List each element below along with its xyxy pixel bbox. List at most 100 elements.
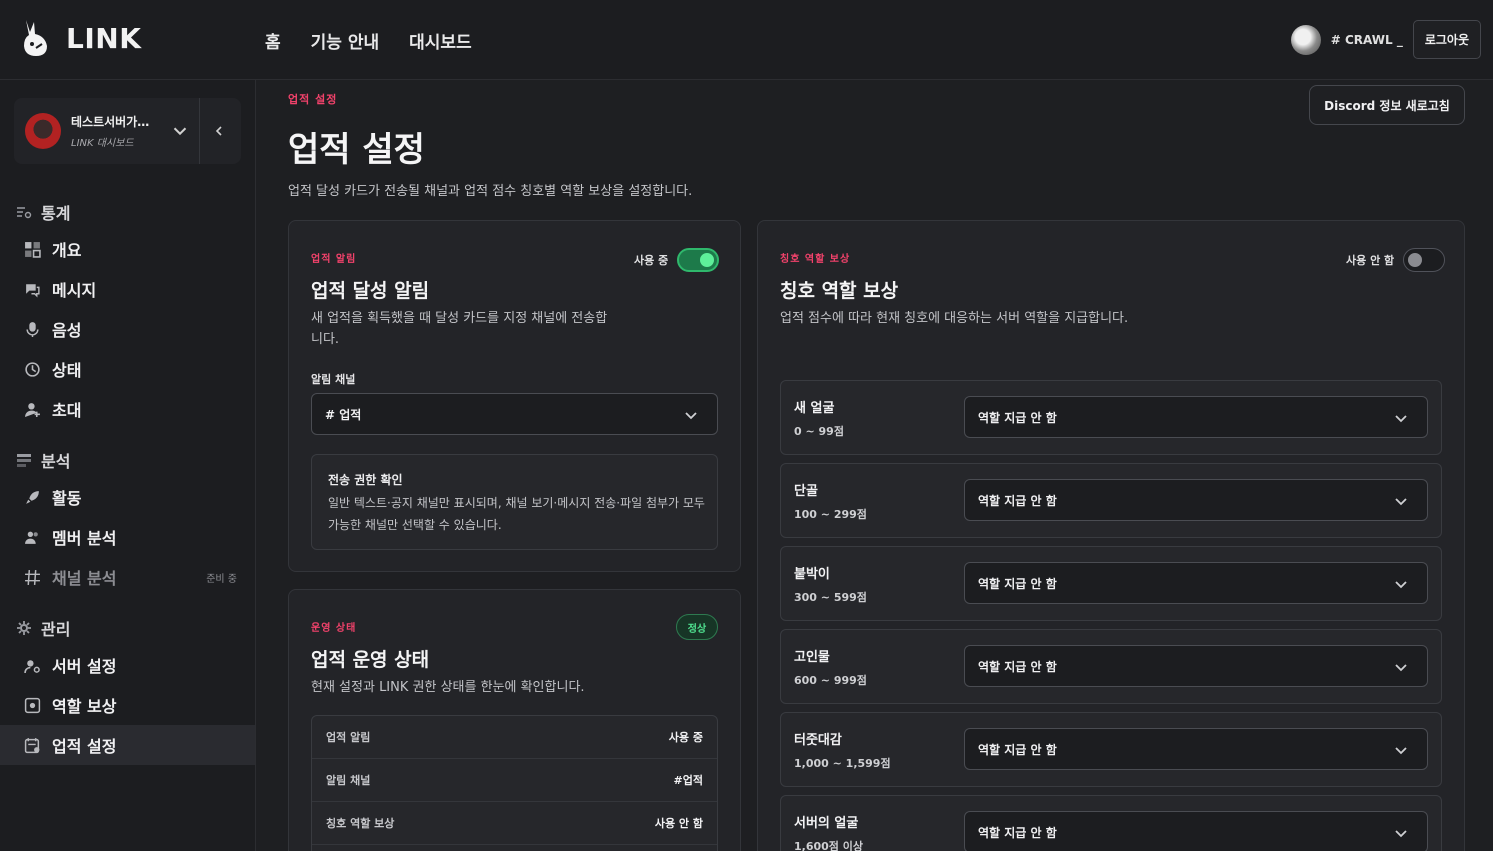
sidebar-item-status[interactable]: 상태: [0, 349, 255, 389]
sidebar: 테스트서버가… LINK 대시보드 통계 개요 메시지 음성 상태 초대 분석: [0, 80, 256, 851]
status-key: 알림 채널: [326, 774, 371, 787]
card-description: 새 업적을 획득했을 때 달성 카드를 지정 채널에 전송합니다.: [311, 311, 608, 347]
role-select[interactable]: 역할 지급 안 함: [964, 479, 1428, 521]
role-select-value: 역할 지급 안 함: [978, 493, 1057, 508]
role-select[interactable]: 역할 지급 안 함: [964, 811, 1428, 851]
reward-toggle-group: 사용 안 함: [1346, 248, 1446, 272]
nav-features[interactable]: 기능 안내: [311, 28, 379, 53]
tier-range: 100 ~ 299점: [794, 508, 867, 521]
user-box: # CRAWL _ 로그아웃: [1290, 20, 1481, 59]
section-analysis-label: 분석: [41, 452, 71, 471]
notice-title: 전송 권한 확인: [328, 473, 403, 487]
sidebar-item-server-settings[interactable]: 서버 설정: [0, 645, 255, 685]
reward-tier-row: 고인물 600 ~ 999점 역할 지급 안 함: [780, 629, 1442, 704]
card-title: 업적 달성 알림: [311, 280, 430, 302]
username: # CRAWL _: [1330, 32, 1403, 47]
members-icon: [25, 531, 38, 544]
sidebar-item-role-reward[interactable]: 역할 보상: [0, 685, 255, 725]
chevron-down-icon: [1395, 498, 1407, 506]
sidebar-item-label: 멤버 분석: [52, 529, 117, 548]
nav-home[interactable]: 홈: [265, 28, 281, 53]
server-selector[interactable]: 테스트서버가… LINK 대시보드: [14, 98, 241, 164]
toggle-label: 사용 안 함: [1346, 254, 1395, 267]
card-description: 현재 설정과 LINK 권한 상태를 한눈에 확인합니다.: [311, 680, 585, 695]
chevron-down-icon[interactable]: [169, 120, 191, 142]
card-title: 업적 운영 상태: [311, 649, 430, 671]
chevron-down-icon: [1395, 581, 1407, 589]
analysis-icon: [17, 454, 31, 467]
nav-dashboard[interactable]: 대시보드: [409, 28, 472, 53]
role-select[interactable]: 역할 지급 안 함: [964, 728, 1428, 770]
reward-tier-row: 새 얼굴 0 ~ 99점 역할 지급 안 함: [780, 380, 1442, 455]
notify-toggle[interactable]: [677, 248, 720, 272]
chevron-down-icon: [1395, 747, 1407, 755]
reward-tier-row: 서버의 얼굴 1,600점 이상 역할 지급 안 함: [780, 795, 1442, 851]
sidebar-item-messages[interactable]: 메시지: [0, 269, 255, 309]
coming-soon-tag: 준비 중: [206, 573, 237, 585]
page-description: 업적 달성 카드가 전송될 채널과 업적 점수 칭호별 역할 보상을 설정합니다…: [288, 184, 693, 199]
tier-range: 1,000 ~ 1,599점: [794, 757, 891, 770]
toggle-label: 사용 중: [634, 254, 669, 267]
reward-toggle[interactable]: [1403, 248, 1446, 272]
permission-notice: 전송 권한 확인 일반 텍스트·공지 채널만 표시되며, 채널 보기·메시지 전…: [311, 454, 718, 550]
logout-button[interactable]: 로그아웃: [1412, 20, 1481, 59]
main-nav: 홈 기능 안내 대시보드: [265, 28, 472, 53]
sidebar-item-overview[interactable]: 개요: [0, 229, 255, 269]
section-manage: 관리: [16, 616, 70, 640]
sidebar-item-activity[interactable]: 활동: [0, 477, 255, 517]
status-icon: [25, 361, 40, 377]
rocket-icon: [26, 490, 39, 504]
tier-name: 터줏대감: [794, 733, 842, 748]
role-select-value: 역할 지급 안 함: [978, 659, 1057, 674]
chevron-down-icon: [1395, 830, 1407, 838]
sidebar-item-member-analysis[interactable]: 멤버 분석: [0, 517, 255, 557]
server-name: 테스트서버가…: [71, 115, 150, 129]
status-key: 업적 알림: [326, 731, 371, 744]
role-select-value: 역할 지급 안 함: [978, 742, 1057, 757]
user-avatar[interactable]: [1290, 24, 1321, 55]
sidebar-item-achievement-settings[interactable]: 업적 설정: [0, 725, 255, 765]
chevron-down-icon: [685, 412, 697, 420]
card-eyebrow: 운영 상태: [311, 623, 357, 634]
refresh-discord-button[interactable]: Discord 정보 새로고침: [1309, 85, 1465, 125]
page-eyebrow: 업적 설정: [288, 93, 338, 106]
channel-select-value: # 업적: [325, 407, 362, 422]
collapse-sidebar-button[interactable]: [200, 98, 238, 164]
role-select[interactable]: 역할 지급 안 함: [964, 645, 1428, 687]
title-role-reward-card: 칭호 역할 보상 칭호 역할 보상 업적 점수에 따라 현재 칭호에 대응하는 …: [757, 220, 1465, 851]
status-badge: 정상: [676, 614, 718, 640]
invite-icon: [25, 402, 40, 417]
brand-logo[interactable]: LINK: [20, 18, 141, 58]
channel-select[interactable]: # 업적: [311, 393, 718, 435]
sidebar-item-label: 메시지: [52, 281, 97, 300]
server-settings-icon: [24, 659, 40, 673]
role-select-value: 역할 지급 안 함: [978, 410, 1057, 425]
server-subtitle: LINK 대시보드: [71, 138, 134, 149]
status-row: 칭호 역할 보상 사용 안 함: [312, 802, 717, 845]
message-icon: [26, 283, 40, 298]
status-row: 업적 알림 사용 중: [312, 716, 717, 759]
tier-range: 300 ~ 599점: [794, 591, 867, 604]
operation-status-card: 운영 상태 업적 운영 상태 현재 설정과 LINK 권한 상태를 한눈에 확인…: [288, 589, 741, 851]
tier-name: 단골: [794, 484, 818, 499]
status-key: 칭호 역할 보상: [326, 817, 395, 830]
brand-name: LINK: [66, 21, 142, 55]
role-reward-icon: [24, 697, 41, 713]
sidebar-item-voice[interactable]: 음성: [0, 309, 255, 349]
reward-tier-row: 붙박이 300 ~ 599점 역할 지급 안 함: [780, 546, 1442, 621]
card-title: 칭호 역할 보상: [780, 280, 899, 302]
sidebar-item-channel-analysis[interactable]: 채널 분석 준비 중: [0, 557, 255, 597]
tier-name: 서버의 얼굴: [794, 816, 859, 831]
notify-toggle-group: 사용 중: [634, 248, 720, 272]
status-table: 업적 알림 사용 중 알림 채널 #업적 칭호 역할 보상 사용 안 함: [311, 715, 718, 851]
page-title: 업적 설정: [288, 130, 425, 170]
sidebar-item-label: 채널 분석: [52, 569, 117, 588]
sidebar-item-label: 개요: [52, 241, 82, 260]
sidebar-item-invite[interactable]: 초대: [0, 389, 255, 429]
role-select[interactable]: 역할 지급 안 함: [964, 396, 1428, 438]
tier-range: 600 ~ 999점: [794, 674, 867, 687]
top-bar: LINK 홈 기능 안내 대시보드 # CRAWL _ 로그아웃: [0, 0, 1493, 80]
sidebar-item-label: 상태: [52, 361, 82, 380]
overview-icon: [25, 241, 41, 258]
role-select[interactable]: 역할 지급 안 함: [964, 562, 1428, 604]
